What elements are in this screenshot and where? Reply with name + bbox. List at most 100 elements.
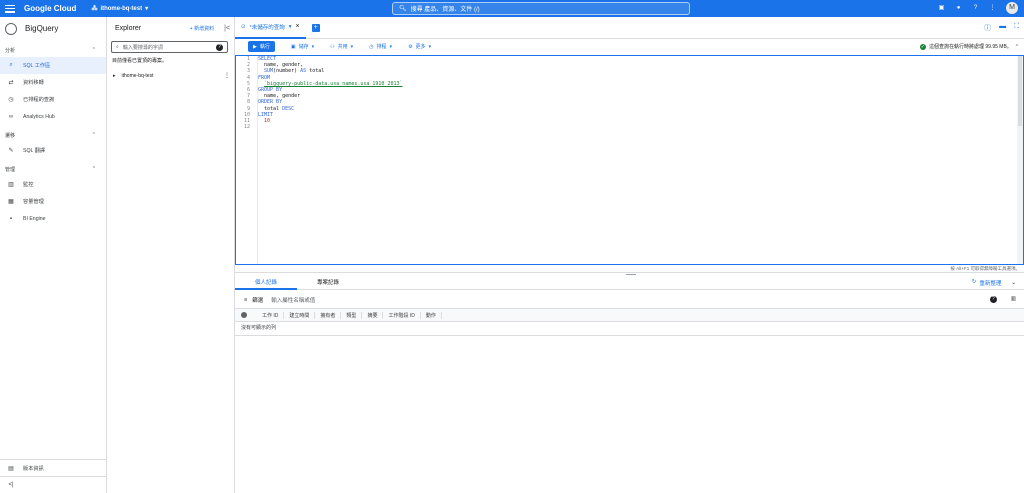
filter-label: 篩選 [252,297,264,304]
sql-editor[interactable]: 1 2 3 4 5 6 7 8 9 10 11 12 SELECT name, … [235,55,1024,265]
add-data-button[interactable]: + 新增資料 [190,25,214,32]
more-vert-icon[interactable]: ⋮ [224,72,230,79]
more-button[interactable]: ⚙ 更多 ▾ [408,43,431,51]
nav-item-sql-workspace[interactable]: ⌕ SQL 工作區 [0,57,106,74]
code-content[interactable]: SELECT name, gender, SUM(number) AS tota… [258,56,403,130]
share-button[interactable]: ⚇ 共用 ▾ [330,43,353,51]
leftnav-bottom: ▤ 版本資訊 <| [0,459,106,493]
nav-item-capacity-management[interactable]: ▦ 容量管理 [0,193,106,210]
collapse-nav-button[interactable]: <| [0,476,106,493]
wrench-icon: ✎ [8,148,14,154]
code-token-fn: SUM [264,68,274,75]
explorer-search-input[interactable]: ⌕ 輸入要搜尋的字詞 ? [111,41,228,53]
filter-right-icons: ? ▥ [989,296,1016,303]
nav-label: 版本資訊 [23,465,44,472]
google-cloud-logo[interactable]: Google Cloud [24,4,76,13]
nav-item-sql-translation[interactable]: ✎ SQL 翻譯 [0,142,106,159]
column-header[interactable]: 摘要 [362,311,384,319]
line-number: 12 [243,124,250,131]
section-header-analysis[interactable]: 分析 ⌃ [0,40,106,57]
nav-item-data-transfers[interactable]: ⇄ 資料移轉 [0,74,106,91]
collapse-icon: <| [8,482,14,488]
chevron-up-icon: ⌃ [91,166,96,172]
column-header[interactable]: 工作階段 ID [383,311,421,319]
notifications-icon[interactable]: ● [955,5,962,12]
chevron-up-icon[interactable]: ⌃ [1015,44,1019,50]
schedule-label: 排程 [376,44,387,50]
validation-text: 這個查詢在執行時將處理 99.95 MB。 [929,44,1012,50]
info-icon[interactable]: ⓘ [984,23,991,33]
explorer-title: Explorer [115,24,142,32]
nav-item-analytics-hub[interactable]: ∞ Analytics Hub [0,108,106,125]
search-icon: ⌕ [116,44,119,50]
tab-unsaved-query[interactable]: ⊙ *未儲存的查詢 ▾ × [235,17,306,39]
editor-scrollbar[interactable] [1017,56,1023,264]
column-display-icon[interactable]: ▥ [1011,296,1016,303]
help-icon[interactable]: ? [216,43,223,51]
explorer-panel: Explorer + 新增資料 |< ⌕ 輸入要搜尋的字詞 ? 目前僅看已置頂的… [107,17,235,493]
column-header[interactable]: 動作 [421,311,442,319]
query-toolbar: ▶ 執行 ▣ 儲存 ▾ ⚇ 共用 ▾ ◷ 排程 ▾ ⚙ 更多 ▾ ✓ 這個查詢在執行時將處理 99… [235,39,1024,54]
editor-tab-bar: ⊙ *未儲存的查詢 ▾ × + ⓘ ▬ ⛶ [235,17,1024,39]
run-label: 執行 [259,44,270,50]
fullscreen-icon[interactable]: ⛶ [1014,23,1019,33]
close-icon[interactable]: × [296,23,300,30]
transfer-icon: ⇄ [8,80,14,86]
save-button[interactable]: ▣ 儲存 ▾ [291,43,315,51]
more-label: 更多 [415,44,426,50]
help-icon[interactable]: ? [989,296,997,303]
chevron-down-icon: ▾ [389,43,393,50]
chevron-down-icon[interactable]: ⌄ [1011,280,1016,286]
avatar[interactable]: M [1006,2,1018,14]
refresh-icon: ↻ [971,278,977,285]
column-header[interactable]: 擁有者 [315,311,342,319]
new-tab-button[interactable]: + [311,23,320,32]
project-picker[interactable]: ⁂ ithome-bq-test ▾ [91,5,148,13]
product-title: BigQuery [25,24,59,33]
tab-project-history[interactable]: 專案記錄 [297,276,359,290]
filter-bar[interactable]: ≡ 篩選 輸入屬性名稱或值 ? ▥ [235,291,1024,309]
column-header[interactable]: 建立時間 [284,311,316,319]
chevron-down-icon: ▾ [311,43,315,50]
refresh-button[interactable]: ↻ 重新整理 [972,279,1002,287]
more-vert-icon[interactable]: ⋮ [989,5,996,12]
nav-label: Analytics Hub [23,113,55,120]
nav-label: SQL 工作區 [23,63,51,69]
run-button[interactable]: ▶ 執行 [248,41,275,52]
help-icon[interactable]: ? [972,5,979,12]
search-placeholder: 輸入要搜尋的字詞 [122,44,163,51]
code-token-kw: LIMIT [258,111,274,118]
project-tree-node[interactable]: ▸ ithome-bq-test ⋮ [107,68,234,83]
history-tabs: 個人記錄 專案記錄 ↻ 重新整理 ⌄ [235,276,1024,290]
pinned-note: 目前僅看已置頂的專案。 [112,58,168,64]
section-header-admin[interactable]: 管理 ⌃ [0,159,106,176]
history-table-header: 工作 ID 建立時間 擁有者 類型 摘要 工作階段 ID 動作 [235,309,1024,322]
nav-item-release-notes[interactable]: ▤ 版本資訊 [0,459,106,476]
keyboard-icon[interactable]: ▬ [999,23,1006,33]
collapse-panel-icon[interactable]: |< [224,25,230,32]
cloud-shell-icon[interactable]: ▣ [938,5,945,12]
nav-item-scheduled-queries[interactable]: ◷ 已排程的查詢 [0,91,106,108]
code-token-kw: GROUP BY [258,86,283,93]
refresh-label: 重新整理 [979,280,1002,287]
explorer-header: Explorer + 新增資料 |< [107,17,234,39]
query-icon: ⊙ [241,23,246,30]
filter-input[interactable]: 輸入屬性名稱或值 [271,296,315,304]
expand-arrow-icon[interactable]: ▸ [113,73,116,79]
main-menu-icon[interactable] [5,4,15,13]
nav-item-bi-engine[interactable]: ▪ BI Engine [0,210,106,227]
chevron-down-icon[interactable]: ▾ [289,24,292,30]
code-token: (number) [273,68,301,75]
search-bar[interactable]: 🔍︎ 搜尋 產品、資源、文件 (/) [392,2,690,15]
nav-item-monitoring[interactable]: ▥ 監控 [0,176,106,193]
tab-personal-history[interactable]: 個人記錄 [235,276,298,290]
column-header[interactable]: 類型 [341,311,363,319]
release-notes-icon: ▤ [8,465,14,472]
schedule-button[interactable]: ◷ 排程 ▾ [369,43,393,51]
section-header-migration[interactable]: 遷移 ⌃ [0,125,106,142]
code-token-str: `bigquery-public-data.usa_names.usa_1910… [264,80,403,87]
section-title: 遷移 [5,133,16,139]
nav-label: 監控 [23,182,34,188]
code-token: total [306,68,325,75]
column-header[interactable]: 工作 ID [257,311,285,319]
